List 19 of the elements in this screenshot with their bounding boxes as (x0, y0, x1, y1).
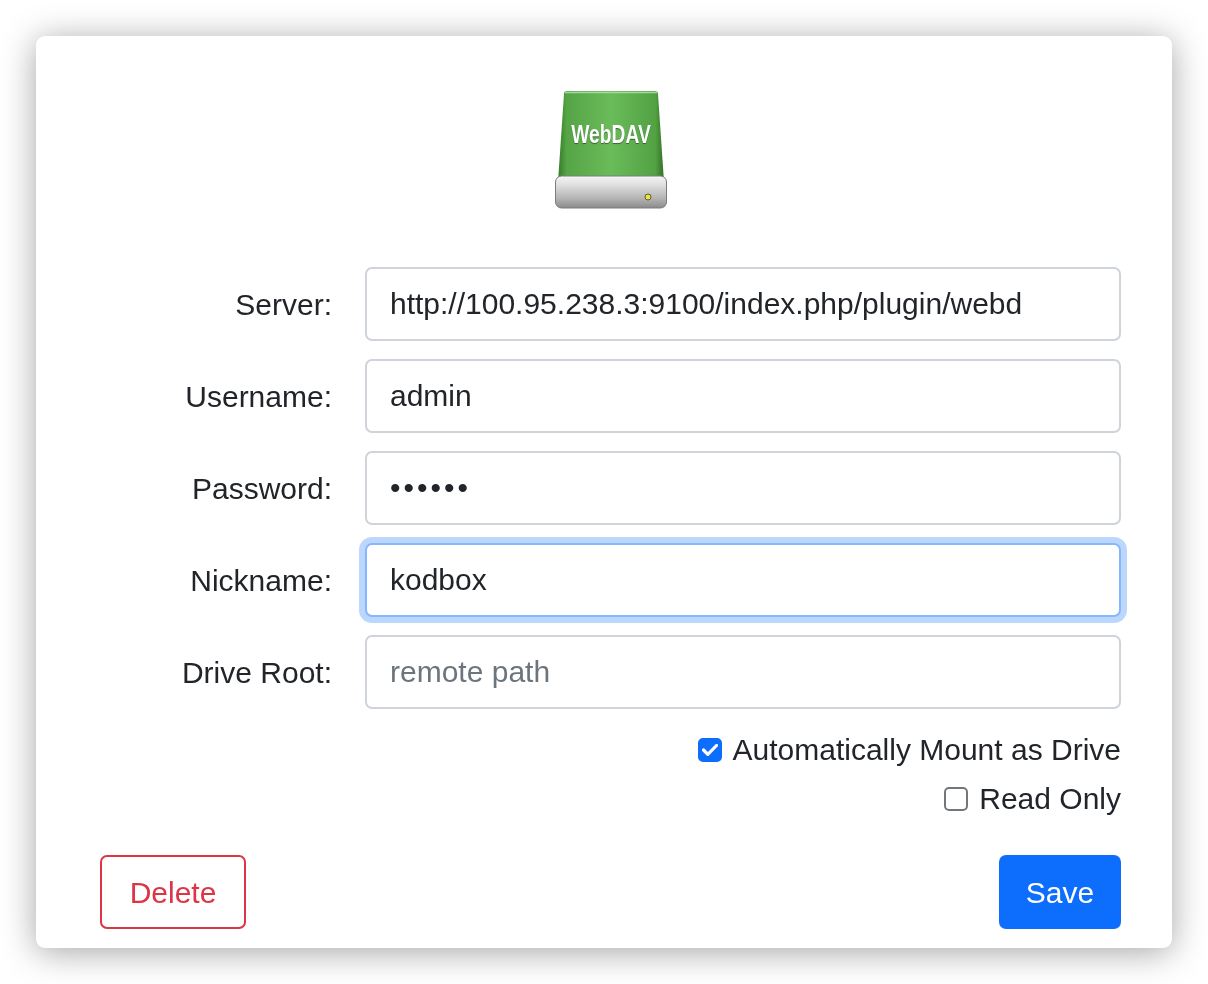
text-field[interactable]: kodbox (365, 543, 1121, 617)
drive-icon (554, 90, 667, 210)
checkbox[interactable] (944, 787, 969, 811)
drive-label: WebDAV (570, 121, 651, 147)
text-field[interactable]: http://100.95.238.3:9100/index.php/plugin/webd (365, 267, 1121, 341)
field-label: Server: (234, 286, 332, 323)
save-button[interactable]: Save (999, 855, 1121, 929)
field-label: Password: (190, 470, 332, 507)
checkbox-label[interactable]: Automatically Mount as Drive (732, 730, 1121, 770)
checkmark-icon (701, 744, 718, 756)
text-field[interactable]: •••••• (365, 451, 1121, 525)
field-label: Nickname: (189, 562, 332, 599)
field-label: Drive Root: (180, 654, 332, 691)
checkbox[interactable] (697, 738, 722, 762)
text-field[interactable]: admin (365, 359, 1121, 433)
text-field[interactable]: remote path (365, 635, 1121, 709)
field-label: Username: (184, 378, 332, 415)
delete-button[interactable]: Delete (100, 855, 246, 929)
checkbox-label[interactable]: Read Only (979, 779, 1121, 819)
